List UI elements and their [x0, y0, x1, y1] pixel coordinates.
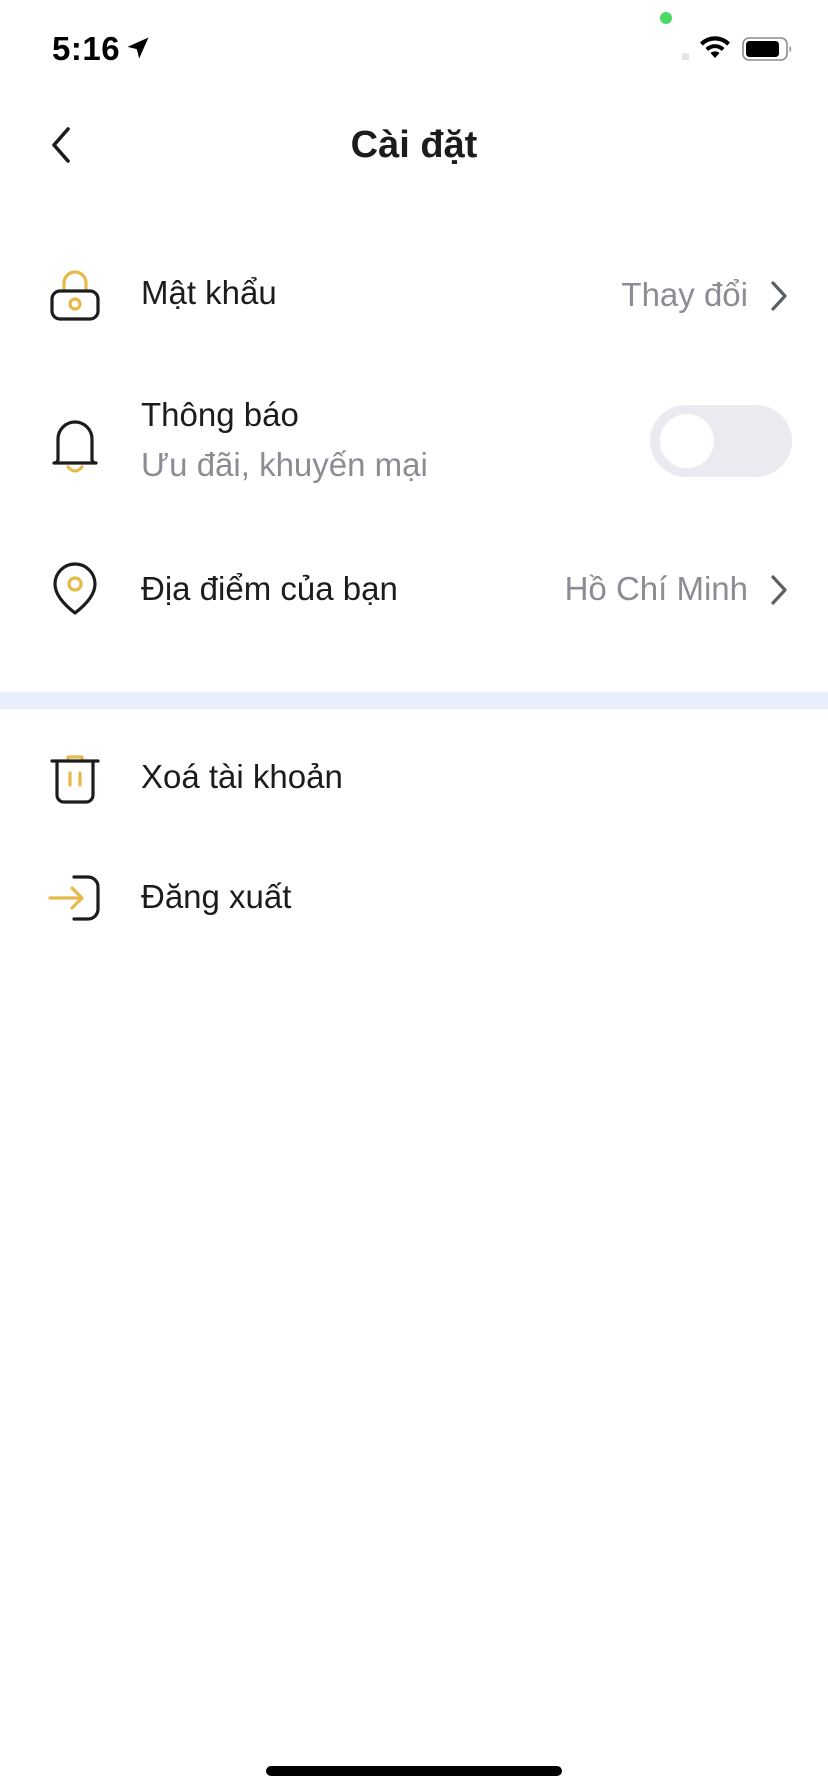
location-pin-icon	[48, 562, 102, 616]
notifications-sublabel: Ưu đãi, khuyến mại	[141, 446, 428, 483]
status-time: 5:16	[52, 30, 121, 67]
password-label: Mật khẩu	[141, 274, 277, 311]
settings-row-location[interactable]: Địa điểm của bạn Hồ Chí Minh	[0, 542, 828, 638]
page-title: Cài đặt	[350, 124, 478, 166]
location-arrow-icon	[127, 37, 149, 59]
location-label: Địa điểm của bạn	[141, 570, 398, 607]
delete-account-row[interactable]: Xoá tài khoản	[0, 730, 828, 826]
password-value: Thay đổi	[621, 276, 748, 313]
privacy-indicator-dot	[660, 12, 672, 24]
chevron-right-icon	[764, 276, 794, 316]
wifi-icon	[700, 36, 730, 58]
lock-icon	[48, 269, 102, 323]
battery-icon	[742, 37, 792, 61]
notifications-label: Thông báo	[141, 396, 299, 433]
location-value: Hồ Chí Minh	[564, 570, 748, 607]
chevron-right-icon	[764, 570, 794, 610]
notifications-toggle[interactable]	[650, 405, 792, 477]
logout-icon	[48, 871, 102, 925]
status-bar: 5:16	[0, 0, 828, 100]
section-divider	[0, 692, 828, 709]
logout-row[interactable]: Đăng xuất	[0, 850, 828, 946]
bell-icon	[48, 418, 102, 473]
trash-icon	[48, 752, 102, 806]
toggle-knob	[660, 414, 714, 468]
navigation-header: Cài đặt	[0, 100, 828, 195]
delete-account-label: Xoá tài khoản	[141, 758, 343, 795]
logout-label: Đăng xuất	[141, 878, 292, 915]
settings-row-notifications: Thông báo Ưu đãi, khuyến mại	[0, 388, 828, 508]
settings-row-password[interactable]: Mật khẩu Thay đổi	[0, 248, 828, 344]
signal-indicator	[682, 53, 689, 60]
home-indicator[interactable]	[266, 1766, 562, 1776]
